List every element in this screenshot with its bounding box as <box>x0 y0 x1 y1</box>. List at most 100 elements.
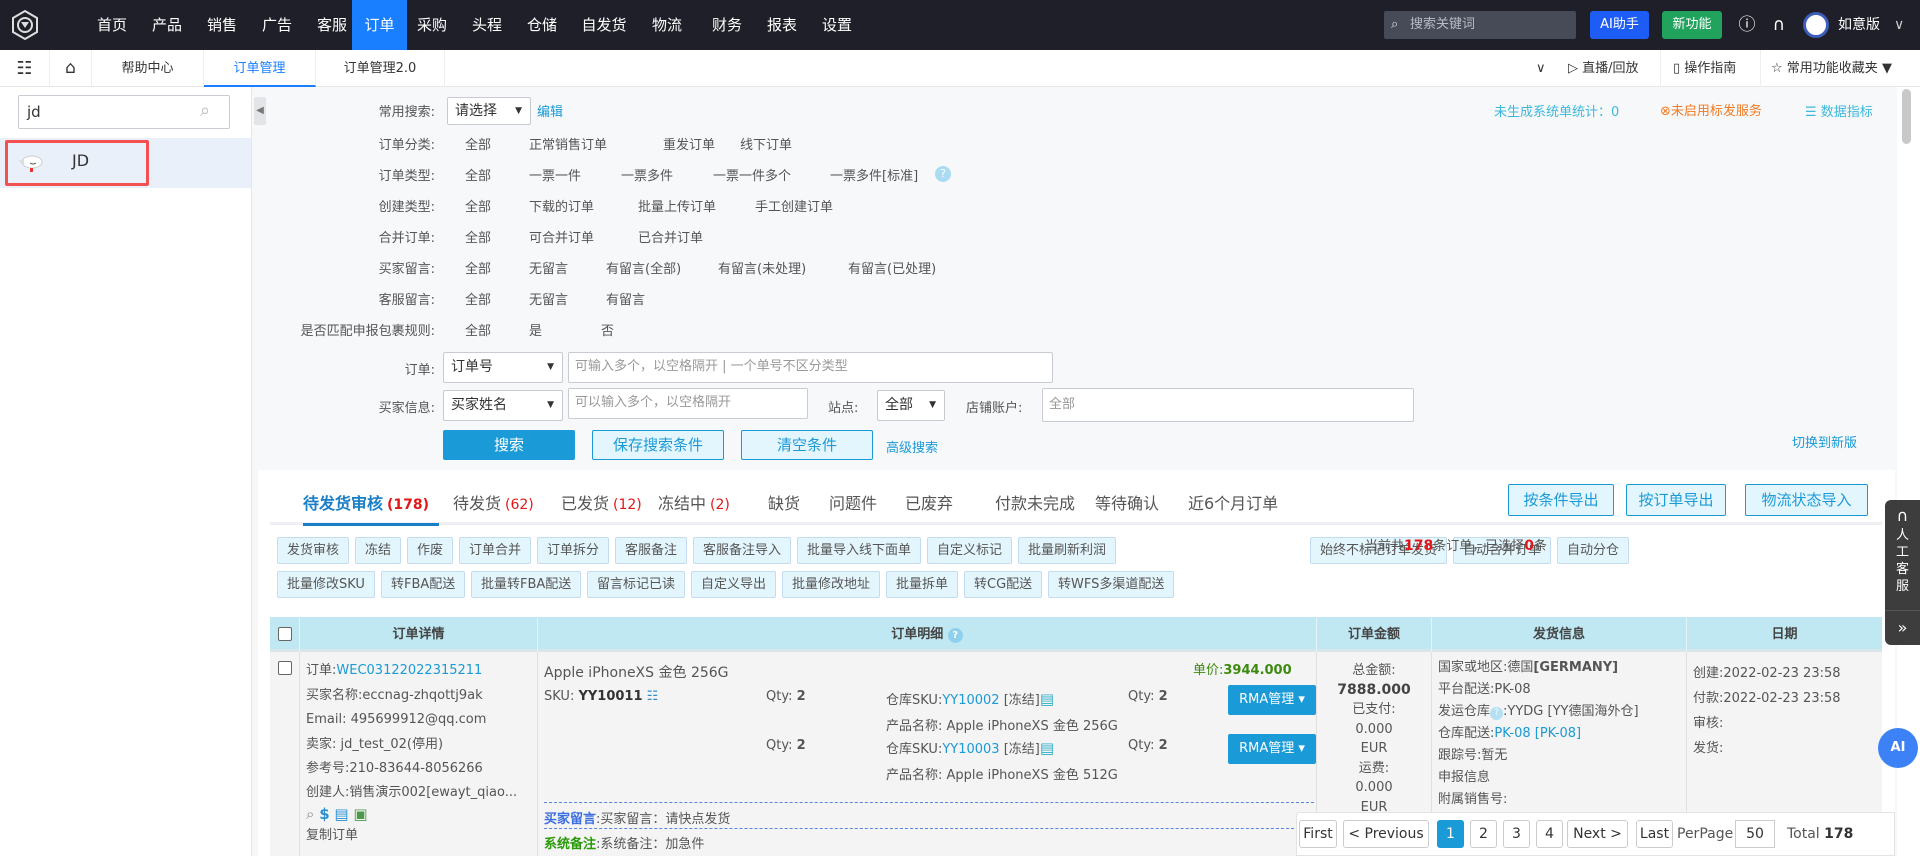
order-type-select[interactable]: 订单号 ▼ <box>443 352 563 383</box>
action-button[interactable]: 留言标记已读 <box>587 571 686 598</box>
data-metrics-link[interactable]: ☰ 数据指标 <box>1805 101 1873 120</box>
order-tab[interactable]: 缺货 <box>768 490 800 514</box>
perpage-input[interactable]: 50 <box>1735 820 1775 848</box>
export-button[interactable]: 物流状态导入 <box>1745 484 1868 516</box>
warehouse-sku-link[interactable]: YY10002 <box>942 693 999 708</box>
filter-option[interactable]: 重发订单 <box>663 134 715 153</box>
order-tab[interactable]: 待发货审核 (178) <box>303 490 429 514</box>
app-logo[interactable] <box>10 10 40 40</box>
site-select[interactable]: 全部 ▼ <box>877 390 945 421</box>
nav-item[interactable]: 设置 <box>813 0 861 50</box>
edit-common-search-link[interactable]: 编辑 <box>537 101 563 120</box>
filter-option[interactable]: 有留言 <box>606 289 645 308</box>
nav-item[interactable]: 客服 <box>308 0 356 50</box>
help-icon[interactable]: ? <box>947 628 963 643</box>
action-button[interactable]: 客服备注导入 <box>693 537 792 564</box>
filter-option[interactable]: 全部 <box>465 227 491 246</box>
user-menu[interactable]: 如意版 ∨ <box>1838 0 1904 50</box>
buyer-info-select[interactable]: 买家姓名 ▼ <box>443 390 563 421</box>
avatar[interactable] <box>1803 12 1829 38</box>
sku-grid-icon[interactable]: ☷ <box>647 689 659 704</box>
order-tab[interactable]: 冻结中 (2) <box>658 490 730 514</box>
operation-guide-link[interactable]: ▯ 操作指南 <box>1660 50 1736 87</box>
tabs-dropdown-icon[interactable]: ∨ <box>1536 50 1546 87</box>
save-search-button[interactable]: 保存搜索条件 <box>592 430 724 460</box>
action-button[interactable]: 批量转FBA配送 <box>471 571 582 598</box>
filter-option[interactable]: 线下订单 <box>740 134 792 153</box>
action-button[interactable]: 转FBA配送 <box>381 571 466 598</box>
filter-option[interactable]: 有留言(未处理) <box>718 258 806 277</box>
ai-float-button[interactable]: AI <box>1878 728 1918 768</box>
advanced-search-link[interactable]: 高级搜索 <box>886 437 938 456</box>
copy-order-link[interactable]: 复制订单 <box>306 824 531 849</box>
action-button[interactable]: 批量修改地址 <box>782 571 881 598</box>
nav-item[interactable]: 头程 <box>463 0 511 50</box>
basket-icon[interactable]: ▣ <box>353 805 367 823</box>
order-tab[interactable]: 待发货 (62) <box>453 490 534 514</box>
filter-option[interactable]: 无留言 <box>529 258 568 277</box>
order-tab[interactable]: 问题件 <box>829 490 877 514</box>
filter-option[interactable]: 有留言(已处理) <box>848 258 936 277</box>
common-search-select[interactable]: 请选择 ▼ <box>447 97 531 125</box>
order-tab[interactable]: 已废弃 <box>905 490 953 514</box>
store-account-input[interactable]: 全部 <box>1042 388 1414 422</box>
search-icon[interactable]: ⌕ <box>200 100 210 121</box>
filter-option[interactable]: 全部 <box>465 320 491 339</box>
filter-option[interactable]: 无留言 <box>529 289 568 308</box>
global-search-input[interactable]: ⌕ 搜索关键词 <box>1384 11 1576 39</box>
action-button[interactable]: 作废 <box>407 537 454 564</box>
page-button[interactable]: 4 <box>1536 820 1563 848</box>
filter-option[interactable]: 手工创建订单 <box>755 196 833 215</box>
export-button[interactable]: 按条件导出 <box>1508 484 1614 516</box>
nav-item[interactable]: 订单 <box>352 0 407 50</box>
filter-option[interactable]: 一票一件多个 <box>713 165 791 184</box>
nav-item[interactable]: 自发货 <box>573 0 635 50</box>
nav-item[interactable]: 财务 <box>703 0 751 50</box>
filter-option[interactable]: 正常销售订单 <box>529 134 607 153</box>
dollar-icon[interactable]: $ <box>319 805 329 823</box>
order-number-link[interactable]: WEC03122022315211 <box>336 663 482 678</box>
copy-icon[interactable]: ▤ <box>1040 739 1054 757</box>
apps-grid-icon[interactable]: ☷ <box>0 50 50 87</box>
filter-option[interactable]: 是 <box>529 320 542 339</box>
order-tab[interactable]: 已发货 (12) <box>561 490 642 514</box>
action-button[interactable]: 批量刷新利润 <box>1018 537 1117 564</box>
filter-option[interactable]: 批量上传订单 <box>638 196 716 215</box>
action-button[interactable]: 冻结 <box>355 537 402 564</box>
filter-option[interactable]: 一票多件[标准] <box>830 165 918 184</box>
detail-icon[interactable]: ▤ <box>334 805 348 823</box>
order-tab[interactable]: 付款未完成 <box>995 490 1075 514</box>
action-button[interactable]: 转WFS多渠道配送 <box>1048 571 1175 598</box>
warehouse-shipping-link[interactable]: PK-08 [PK-08] <box>1494 726 1581 741</box>
label-service-link[interactable]: ⊗未启用标发服务 <box>1660 100 1762 119</box>
filter-option[interactable]: 全部 <box>465 196 491 215</box>
declaration-info-link[interactable]: 申报信息 <box>1438 767 1680 789</box>
action-button[interactable]: 发货审核 <box>277 537 350 564</box>
nav-item[interactable]: 产品 <box>143 0 191 50</box>
filter-option[interactable]: 全部 <box>465 258 491 277</box>
previous-page-button[interactable]: < Previous <box>1343 820 1429 848</box>
order-tab[interactable]: 等待确认 <box>1095 490 1159 514</box>
first-page-button[interactable]: First <box>1299 820 1337 848</box>
row-checkbox[interactable] <box>278 661 292 675</box>
nav-item[interactable]: 报表 <box>758 0 806 50</box>
action-button[interactable]: 客服备注 <box>615 537 688 564</box>
unsynced-stats-link[interactable]: 未生成系统单统计：0 <box>1494 101 1619 120</box>
order-number-input[interactable]: 可输入多个，以空格隔开 | 一个单号不区分类型 <box>568 352 1053 383</box>
filter-option[interactable]: 全部 <box>465 134 491 153</box>
help-icon[interactable]: ? <box>935 166 951 182</box>
live-replay-link[interactable]: ▷ 直播/回放 <box>1568 50 1639 87</box>
filter-option[interactable]: 下载的订单 <box>529 196 594 215</box>
select-all-checkbox[interactable] <box>278 627 292 641</box>
last-page-button[interactable]: Last <box>1636 820 1673 848</box>
tab-help-center[interactable]: 帮助中心 <box>92 50 204 87</box>
page-button[interactable]: 1 <box>1437 820 1464 848</box>
nav-item[interactable]: 物流 <box>643 0 691 50</box>
home-icon[interactable]: ⌂ <box>50 50 92 87</box>
expand-icon[interactable]: » <box>1885 610 1920 645</box>
warehouse-sku-link[interactable]: YY10003 <box>942 742 999 757</box>
nav-item[interactable]: 销售 <box>198 0 246 50</box>
filter-option[interactable]: 有留言(全部) <box>606 258 681 277</box>
clear-conditions-button[interactable]: 清空条件 <box>741 430 873 460</box>
action-button[interactable]: 订单合并 <box>459 537 532 564</box>
